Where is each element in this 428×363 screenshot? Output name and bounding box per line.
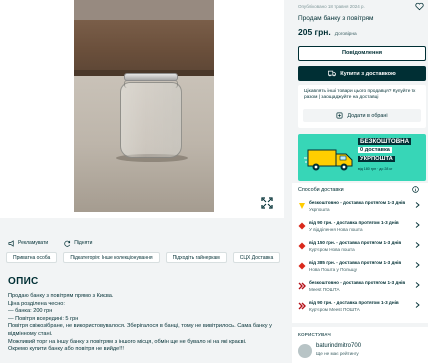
delivery-truck-illustration	[304, 149, 353, 171]
listing-photo[interactable]	[74, 0, 214, 212]
photo-gallery[interactable]	[0, 0, 284, 218]
heart-icon[interactable]	[415, 2, 424, 11]
tag-list: Приватна особа Підкатегорія: Інше колекц…	[6, 252, 288, 263]
delivery-option[interactable]: від 150 грн. - доставка протягом 1-3 дні…	[298, 240, 424, 260]
buy-with-delivery-label: Купити з доставкою	[340, 70, 396, 77]
description-text: Продаю банку з повітрям прямо з Києва. Ц…	[8, 293, 288, 354]
description-line: — Повітря всередині: 5 грн	[8, 315, 79, 322]
chevron-right-icon	[415, 202, 420, 208]
ukrposhta-logo-icon	[299, 203, 305, 209]
promote-label: Рекламувати	[18, 240, 49, 246]
chevron-right-icon	[415, 302, 420, 308]
tag-subcategory[interactable]: Підкатегорія: Інше колекціонування	[63, 252, 160, 263]
description-line: відмінному стані.	[8, 330, 53, 337]
jar	[120, 82, 182, 158]
main-content: Рекламувати Підняти Приватна особа Підка…	[0, 0, 292, 363]
add-to-favorites-button[interactable]: Додати в обрані	[303, 109, 421, 122]
promote-button[interactable]: Рекламувати	[8, 238, 48, 248]
negotiable-label: Договірна	[334, 32, 357, 37]
expand-icon[interactable]	[261, 197, 273, 209]
banner-ukrposhta-label: УКРПОШТА	[358, 156, 395, 162]
seller-other-items-card: Цікавлять інші товари цього продавця? Ку…	[298, 85, 426, 128]
posted-date: Опубліковано 18 травня 2024 р.	[298, 4, 365, 9]
avatar	[298, 344, 312, 358]
delivery-option[interactable]: безкоштовно - доставка протягом 1-3 днів…	[298, 200, 424, 220]
delivery-option[interactable]: від 90 грн. - доставка протягом 1-3 днів…	[298, 220, 424, 240]
add-favorite-icon	[336, 112, 343, 119]
chevron-right-icon	[415, 242, 420, 248]
tag-seller-type[interactable]: Приватна особа	[6, 252, 58, 263]
description-line: Продаю банку з повітрям прямо з Києва.	[8, 293, 114, 299]
description-heading: ОПИС	[8, 276, 39, 287]
meest-logo-icon	[298, 302, 306, 310]
delivery-option[interactable]: безкоштовно - доставка протягом 1-3 днів…	[298, 280, 424, 300]
seller-label: КОРИСТУВАЧ	[298, 332, 331, 337]
buy-with-delivery-button[interactable]: Купити з доставкою	[298, 66, 426, 81]
delivery-methods-title: Способи доставки	[298, 187, 344, 193]
seller-card[interactable]: КОРИСТУВАЧ baturindmitro700 Ще не має ре…	[292, 327, 428, 363]
nova-poshta-logo-icon	[298, 242, 306, 250]
chevron-right-icon	[415, 282, 420, 288]
seller-promo-text: Цікавлять інші товари цього продавця? Ку…	[304, 89, 416, 100]
price: 205 грн.	[298, 27, 331, 37]
listing-actions: Рекламувати Підняти	[8, 238, 92, 248]
message-button[interactable]: Повідомлення	[298, 46, 426, 61]
listing-title: Продам банку з повітрям	[298, 15, 374, 22]
nova-poshta-logo-icon	[298, 262, 306, 270]
meest-logo-icon	[298, 282, 306, 290]
description-line: Окремо купити банку або повітря не вийде…	[8, 346, 124, 353]
jar-lid	[124, 73, 178, 81]
megaphone-icon	[8, 239, 14, 247]
delivery-option[interactable]: від 90 грн. - доставка протягом 1-3 днів…	[298, 300, 424, 320]
info-icon[interactable]	[412, 186, 419, 193]
seller-rating: Ще не має рейтингу	[316, 351, 359, 356]
description-line: Ціна розділена чесно:	[8, 300, 65, 307]
nova-poshta-logo-icon	[298, 222, 306, 230]
tag-suitable[interactable]: Підходіть гайнеркам	[165, 252, 227, 263]
price-row: 205 грн. Договірна	[298, 27, 357, 37]
truck-icon	[328, 70, 337, 77]
chevron-right-icon	[415, 222, 420, 228]
description-line: Повітря свіжозібране, не використовувало…	[8, 323, 272, 330]
delivery-option[interactable]: від 385 грн. - доставка протягом 1-3 дні…	[298, 260, 424, 280]
refresh-button[interactable]: Підняти	[64, 238, 92, 248]
refresh-icon	[64, 240, 71, 247]
delivery-methods-card: Способи доставки безкоштовно - доставка …	[292, 183, 428, 323]
seller-name: baturindmitro700	[316, 343, 362, 349]
sidebar: Опубліковано 18 травня 2024 р. Продам ба…	[292, 0, 428, 363]
banner-free-label: БЕЗКОШТОВНА	[358, 138, 412, 145]
banner-conditions: від 180 грн · до 28 кг	[358, 167, 393, 171]
free-delivery-banner[interactable]: БЕЗКОШТОВНА 0 доставка УКРПОШТА від 180 …	[298, 134, 426, 181]
refresh-label: Підняти	[74, 240, 93, 246]
tag-delivery[interactable]: СЦХ Доставка	[232, 252, 281, 263]
add-to-favorites-label: Додати в обрані	[347, 112, 388, 119]
chevron-right-icon	[415, 262, 420, 268]
banner-delivery-label: 0 доставка	[358, 147, 392, 153]
description-line: — банка: 200 грн	[8, 308, 53, 315]
